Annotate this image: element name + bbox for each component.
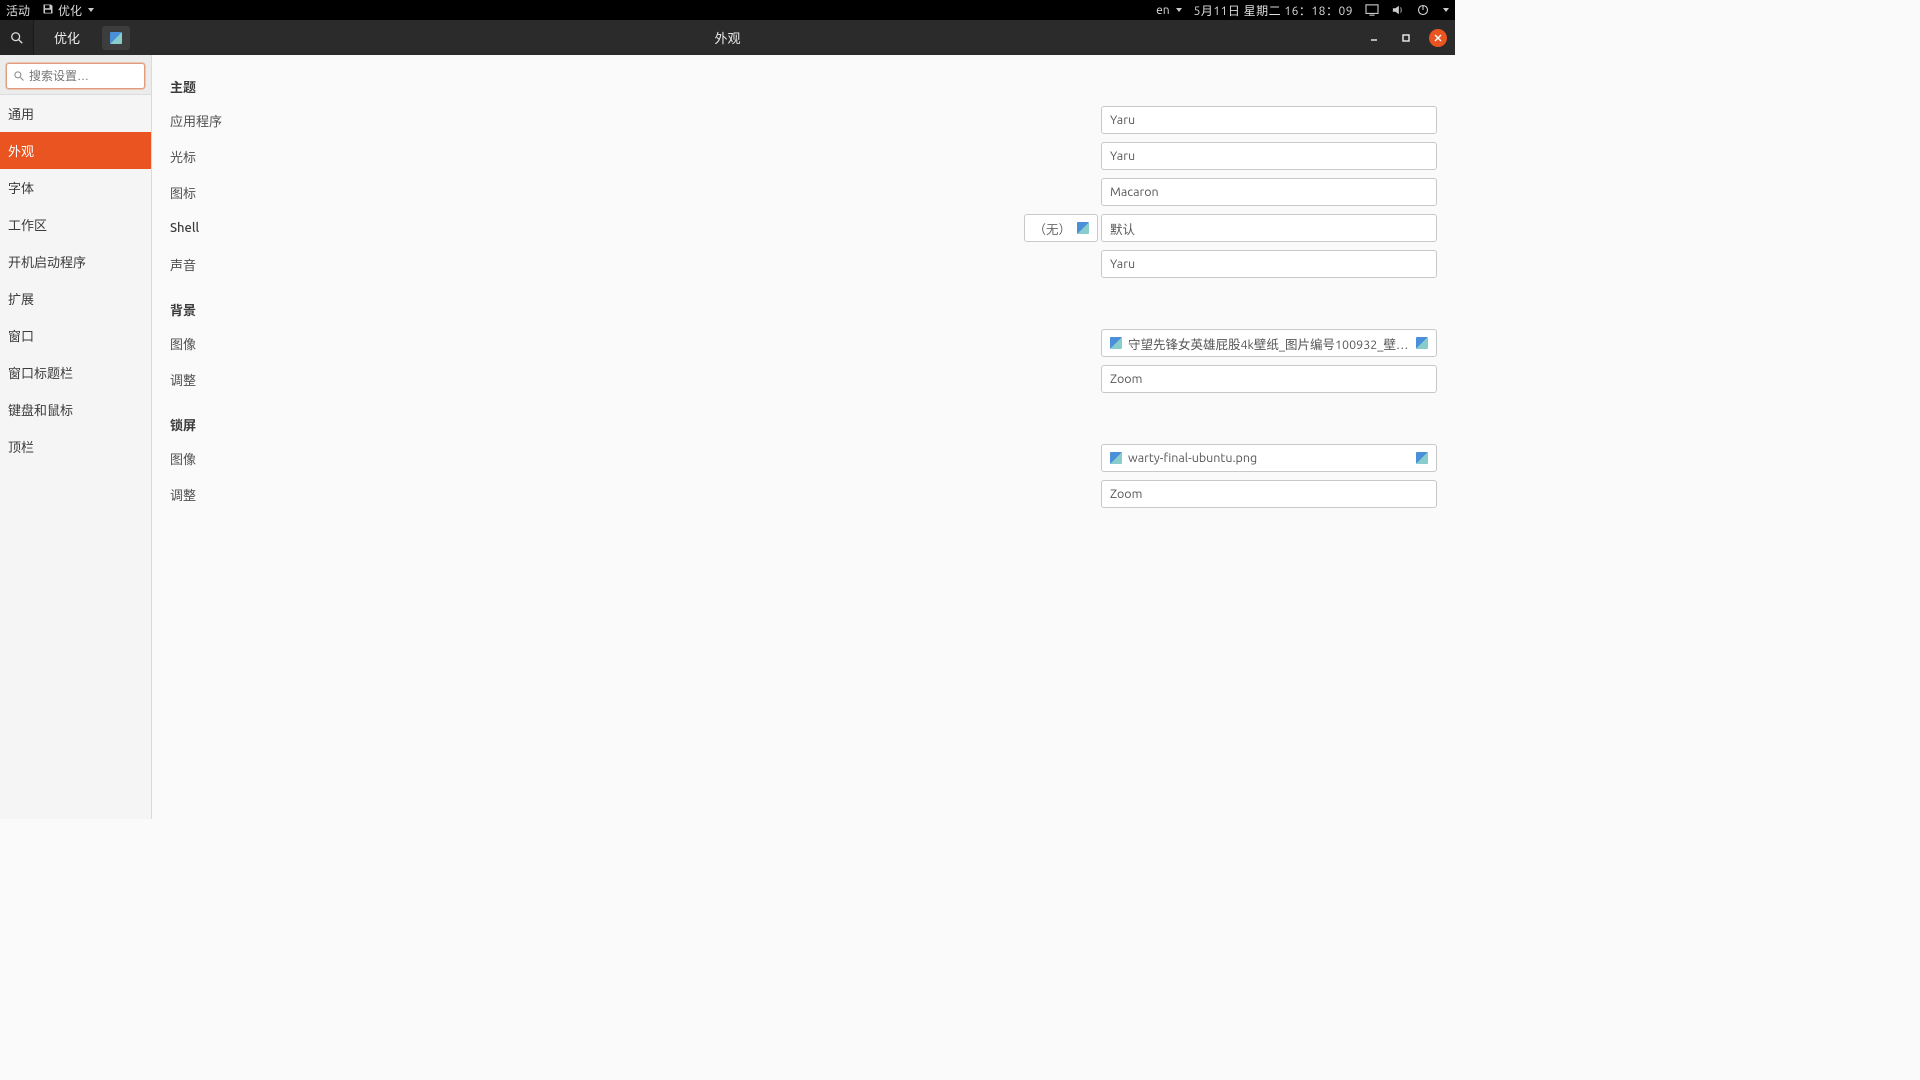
image-icon xyxy=(1416,337,1428,349)
maximize-icon xyxy=(1401,33,1411,43)
combo-lock-adjust[interactable]: Zoom xyxy=(1101,480,1437,508)
section-heading-theme: 主题 xyxy=(152,73,1455,102)
sidebar-item-keyboard-mouse[interactable]: 键盘和鼠标 xyxy=(0,391,151,428)
row-lock-adjust: 调整 Zoom xyxy=(152,476,1455,512)
row-bg-adjust: 调整 Zoom xyxy=(152,361,1455,397)
extensions-button[interactable] xyxy=(102,26,130,50)
chevron-down-icon xyxy=(1443,8,1449,12)
titlebar-app-name: 优化 xyxy=(34,28,100,47)
section-heading-background: 背景 xyxy=(152,296,1455,325)
label-lock-adjust: 调整 xyxy=(170,485,196,504)
app-menu-label: 优化 xyxy=(58,2,82,19)
screen-icon[interactable] xyxy=(1365,4,1379,16)
sidebar-item-extensions[interactable]: 扩展 xyxy=(0,280,151,317)
titlebar-search-button[interactable] xyxy=(0,20,34,55)
close-icon xyxy=(1433,33,1443,43)
sidebar: 通用外观字体工作区开机启动程序扩展窗口窗口标题栏键盘和鼠标顶栏 xyxy=(0,55,152,819)
row-lock-image: 图像 warty-final-ubuntu.png xyxy=(152,440,1455,476)
power-icon[interactable] xyxy=(1417,4,1429,16)
row-icons: 图标 Macaron xyxy=(152,174,1455,210)
sidebar-item-windows[interactable]: 窗口 xyxy=(0,317,151,354)
combo-shell[interactable]: 默认 xyxy=(1101,214,1437,242)
minimize-icon xyxy=(1369,33,1379,43)
combo-lock-image[interactable]: warty-final-ubuntu.png xyxy=(1101,444,1437,472)
app-menu[interactable]: 优化 xyxy=(42,2,94,19)
sidebar-item-general[interactable]: 通用 xyxy=(0,95,151,132)
page-title: 外观 xyxy=(0,28,1455,47)
sidebar-item-fonts[interactable]: 字体 xyxy=(0,169,151,206)
chevron-down-icon xyxy=(88,8,94,12)
close-button[interactable] xyxy=(1429,29,1447,47)
image-icon xyxy=(1416,452,1428,464)
system-top-bar: 活动 优化 en 5月11日 星期二 16：18：09 xyxy=(0,0,1455,20)
input-language[interactable]: en xyxy=(1156,4,1181,17)
section-heading-lockscreen: 锁屏 xyxy=(152,411,1455,440)
label-bg-image: 图像 xyxy=(170,334,196,353)
sidebar-item-topbar[interactable]: 顶栏 xyxy=(0,428,151,465)
minimize-button[interactable] xyxy=(1365,29,1383,47)
image-icon xyxy=(1110,452,1122,464)
label-bg-adjust: 调整 xyxy=(170,370,196,389)
combo-sound[interactable]: Yaru xyxy=(1101,250,1437,278)
sidebar-search-field[interactable] xyxy=(6,63,145,89)
image-icon xyxy=(1077,222,1089,234)
search-icon xyxy=(10,31,24,45)
combo-applications[interactable]: Yaru xyxy=(1101,106,1437,134)
row-sound: 声音 Yaru xyxy=(152,246,1455,282)
label-lock-image: 图像 xyxy=(170,449,196,468)
activities-button[interactable]: 活动 xyxy=(6,2,30,19)
chevron-down-icon xyxy=(1176,8,1182,12)
row-bg-image: 图像 守望先锋女英雄屁股4k壁纸_图片编号100932_壁纸网.jpeg xyxy=(152,325,1455,361)
combo-bg-adjust[interactable]: Zoom xyxy=(1101,365,1437,393)
content-panel: 主题 应用程序 Yaru 光标 Yaru 图标 Macaron Shell （无… xyxy=(152,55,1455,819)
label-shell: Shell xyxy=(170,221,199,235)
extensions-icon xyxy=(110,32,122,44)
label-applications: 应用程序 xyxy=(170,111,222,130)
sidebar-search-wrap xyxy=(0,55,151,95)
combo-cursor[interactable]: Yaru xyxy=(1101,142,1437,170)
shell-none-button[interactable]: （无） xyxy=(1024,214,1098,242)
sidebar-item-startup[interactable]: 开机启动程序 xyxy=(0,243,151,280)
save-icon xyxy=(42,3,54,18)
system-clock: 5月11日 星期二 16：18：09 xyxy=(1194,2,1353,19)
label-sound: 声音 xyxy=(170,255,196,274)
combo-icons[interactable]: Macaron xyxy=(1101,178,1437,206)
row-cursor: 光标 Yaru xyxy=(152,138,1455,174)
combo-bg-image[interactable]: 守望先锋女英雄屁股4k壁纸_图片编号100932_壁纸网.jpeg xyxy=(1101,329,1437,357)
maximize-button[interactable] xyxy=(1397,29,1415,47)
sidebar-item-window-titlebars[interactable]: 窗口标题栏 xyxy=(0,354,151,391)
label-icons: 图标 xyxy=(170,183,196,202)
row-applications: 应用程序 Yaru xyxy=(152,102,1455,138)
row-shell: Shell （无） 默认 xyxy=(152,210,1455,246)
volume-icon[interactable] xyxy=(1391,4,1405,16)
label-cursor: 光标 xyxy=(170,147,196,166)
image-icon xyxy=(1110,337,1122,349)
sidebar-item-workspaces[interactable]: 工作区 xyxy=(0,206,151,243)
search-icon xyxy=(13,70,25,82)
sidebar-item-appearance[interactable]: 外观 xyxy=(0,132,151,169)
window-titlebar: 优化 外观 xyxy=(0,20,1455,55)
